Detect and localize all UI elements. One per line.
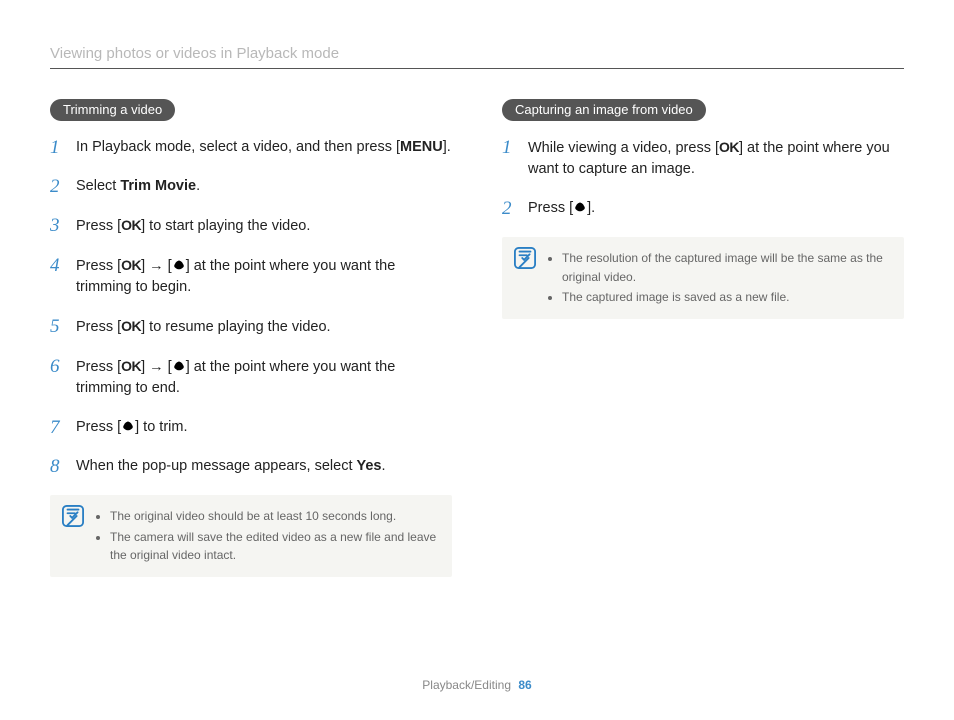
capturing-steps: While viewing a video, press [OK] at the… bbox=[502, 137, 904, 219]
note-item: The camera will save the edited video as… bbox=[110, 528, 440, 565]
step: Press [] to trim. bbox=[50, 417, 452, 438]
trimming-steps: In Playback mode, select a video, and th… bbox=[50, 137, 452, 477]
capturing-notes: The resolution of the captured image wil… bbox=[502, 237, 904, 319]
page-header: Viewing photos or videos in Playback mod… bbox=[50, 45, 904, 69]
note-icon bbox=[62, 505, 84, 567]
step: Press []. bbox=[502, 198, 904, 219]
left-column: Trimming a video In Playback mode, selec… bbox=[50, 99, 452, 577]
note-icon bbox=[514, 247, 536, 309]
step: Press [OK] to resume playing the video. bbox=[50, 316, 452, 338]
step: Press [OK] to start playing the video. bbox=[50, 215, 452, 237]
content-columns: Trimming a video In Playback mode, selec… bbox=[50, 99, 904, 577]
trimming-note-list: The original video should be at least 10… bbox=[94, 507, 440, 567]
trimming-notes: The original video should be at least 10… bbox=[50, 495, 452, 577]
right-column: Capturing an image from video While view… bbox=[502, 99, 904, 577]
step: Press [OK]→[] at the point where you wan… bbox=[50, 356, 452, 399]
capturing-pill: Capturing an image from video bbox=[502, 99, 706, 121]
footer-section: Playback/Editing bbox=[422, 678, 511, 692]
step: Select Trim Movie. bbox=[50, 176, 452, 197]
note-item: The resolution of the captured image wil… bbox=[562, 249, 892, 286]
footer-page-number: 86 bbox=[518, 678, 531, 692]
note-item: The original video should be at least 10… bbox=[110, 507, 440, 526]
page-footer: Playback/Editing 86 bbox=[0, 678, 954, 692]
step: In Playback mode, select a video, and th… bbox=[50, 137, 452, 158]
trimming-pill: Trimming a video bbox=[50, 99, 175, 121]
step: While viewing a video, press [OK] at the… bbox=[502, 137, 904, 180]
note-item: The captured image is saved as a new fil… bbox=[562, 288, 892, 307]
step: Press [OK]→[] at the point where you wan… bbox=[50, 255, 452, 298]
step: When the pop-up message appears, select … bbox=[50, 456, 452, 477]
capturing-note-list: The resolution of the captured image wil… bbox=[546, 249, 892, 309]
